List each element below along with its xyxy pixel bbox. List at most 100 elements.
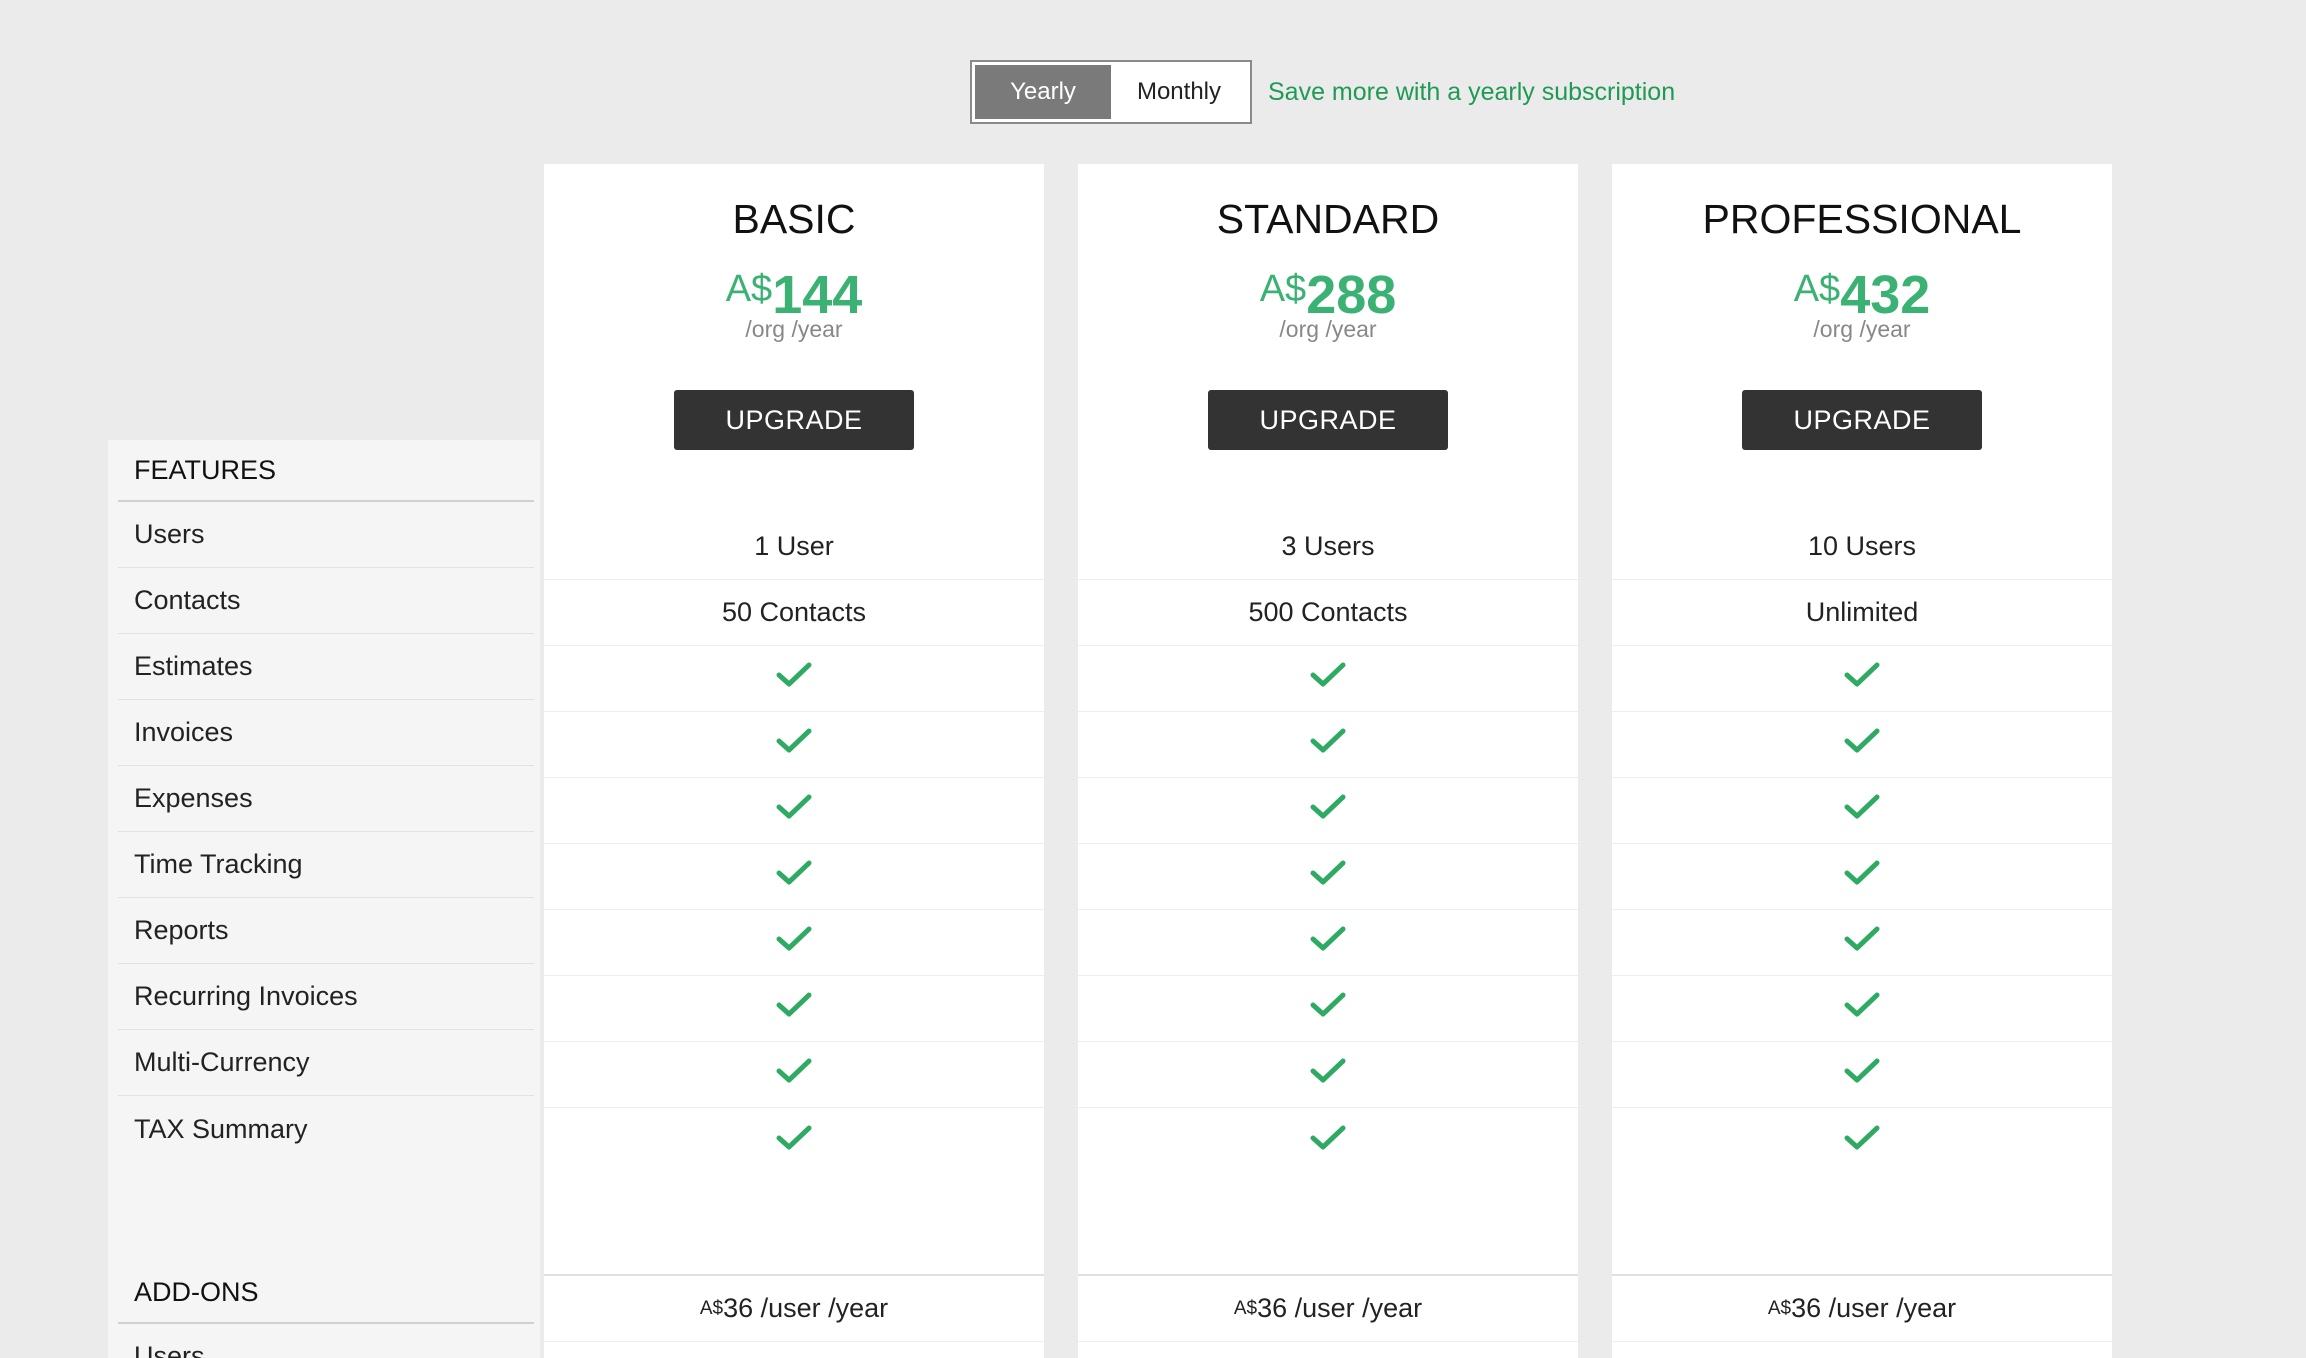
feature-label: Recurring Invoices [118, 964, 534, 1030]
feature-cell [544, 1042, 1044, 1108]
plan-card-professional: PROFESSIONAL A$432/org /year UPGRADE 10 Use… [1612, 164, 2112, 1358]
check-icon [1844, 991, 1880, 1026]
feature-cell [1078, 778, 1578, 844]
feature-label: Time Tracking [118, 832, 534, 898]
feature-label: Multi-Currency [118, 1030, 534, 1096]
upgrade-button[interactable]: UPGRADE [674, 390, 914, 450]
price-currency: A$ [1793, 268, 1841, 310]
upgrade-button[interactable]: UPGRADE [1742, 390, 1982, 450]
contacts-value: Unlimited [1612, 580, 2112, 646]
addon-cells: A$ 36 /user /year [544, 1274, 1044, 1342]
feature-label: Users [118, 502, 534, 568]
addon-period: /user /year [753, 1293, 889, 1323]
feature-cell [1078, 1042, 1578, 1108]
features-column: FEATURES Users Contacts Estimates Invoic… [108, 440, 540, 1358]
check-icon [1844, 1124, 1880, 1159]
check-icon [1310, 859, 1346, 894]
feature-cell [1612, 778, 2112, 844]
feature-cell [544, 844, 1044, 910]
feature-cell [544, 976, 1044, 1042]
check-icon [776, 991, 812, 1026]
plan-name: PROFESSIONAL [1702, 196, 2022, 242]
feature-label: TAX Summary [134, 1113, 308, 1144]
plan-card-basic: BASIC A$144/org /year UPGRADE 1 User 50 Cont… [544, 164, 1044, 1358]
feature-cell [1078, 712, 1578, 778]
feature-cell [544, 712, 1044, 778]
addon-price: 36 [723, 1293, 754, 1323]
feature-label: Expenses [118, 766, 534, 832]
feature-cell [1078, 976, 1578, 1042]
addon-price: 36 [1257, 1293, 1288, 1323]
upgrade-button[interactable]: UPGRADE [1208, 390, 1448, 450]
addon-currency: A$ [1767, 1297, 1792, 1319]
billing-toggle-bar: Yearly Monthly Save more with a yearly s… [970, 60, 1675, 124]
check-icon [776, 925, 812, 960]
yearly-promo-text: Save more with a yearly subscription [1268, 77, 1676, 106]
addon-users-price: A$ 36 /user /year [544, 1276, 1044, 1342]
features-title: FEATURES [118, 440, 534, 502]
plan-feature-cells: 1 User 50 Contacts [544, 514, 1044, 1174]
plan-name: BASIC [732, 196, 856, 242]
feature-cell [544, 646, 1044, 712]
check-icon [1310, 793, 1346, 828]
feature-cell [1612, 1108, 2112, 1174]
addon-cells: A$ 36 /user /year [1612, 1274, 2112, 1342]
check-icon [776, 727, 812, 762]
addon-currency: A$ [699, 1297, 724, 1319]
feature-cell [1078, 646, 1578, 712]
price-period: /org /year [745, 316, 843, 342]
price-currency: A$ [725, 268, 773, 310]
feature-label: Invoices [118, 700, 534, 766]
check-icon [1310, 991, 1346, 1026]
users-value: 10 Users [1612, 514, 2112, 580]
check-icon [776, 661, 812, 696]
price-period: /org /year [1813, 316, 1911, 342]
check-icon [1844, 1057, 1880, 1092]
feature-cell [1612, 712, 2112, 778]
feature-label: Estimates [118, 634, 534, 700]
price-currency: A$ [1259, 268, 1307, 310]
plan-card-standard: STANDARD A$288/org /year UPGRADE 3 Users 500… [1078, 164, 1578, 1358]
contacts-value: 500 Contacts [1078, 580, 1578, 646]
check-icon [1310, 1124, 1346, 1159]
plan-name: STANDARD [1216, 196, 1440, 242]
contacts-value: 50 Contacts [544, 580, 1044, 646]
feature-cell [1612, 1042, 2112, 1108]
addon-period: /user /year [1821, 1293, 1957, 1323]
check-icon [1310, 1057, 1346, 1092]
feature-label: Reports [118, 898, 534, 964]
feature-cell [1078, 1108, 1578, 1174]
yearly-option[interactable]: Yearly [975, 65, 1111, 119]
feature-label: Contacts [118, 568, 534, 634]
addon-label: Users [118, 1324, 534, 1358]
check-icon [1844, 727, 1880, 762]
check-icon [1844, 925, 1880, 960]
feature-cell [1612, 976, 2112, 1042]
check-icon [1844, 793, 1880, 828]
addon-users-price: A$ 36 /user /year [1612, 1276, 2112, 1342]
users-value: 1 User [544, 514, 1044, 580]
addons-title: ADD-ONS [118, 1262, 534, 1324]
check-icon [776, 859, 812, 894]
feature-cell [1612, 844, 2112, 910]
feature-cell [1612, 646, 2112, 712]
addon-price: 36 [1791, 1293, 1822, 1323]
check-icon [1844, 661, 1880, 696]
check-icon [1310, 661, 1346, 696]
feature-cell [1078, 910, 1578, 976]
monthly-option[interactable]: Monthly [1111, 65, 1247, 119]
billing-toggle: Yearly Monthly [970, 60, 1252, 124]
feature-cell [544, 1108, 1044, 1174]
addon-users-price: A$ 36 /user /year [1078, 1276, 1578, 1342]
plan-feature-cells: 10 Users Unlimited [1612, 514, 2112, 1174]
feature-cell [1078, 844, 1578, 910]
addon-period: /user /year [1287, 1293, 1423, 1323]
feature-cell [544, 910, 1044, 976]
feature-cell [1612, 910, 2112, 976]
check-icon [776, 1124, 812, 1159]
users-value: 3 Users [1078, 514, 1578, 580]
addon-currency: A$ [1233, 1297, 1258, 1319]
check-icon [1310, 727, 1346, 762]
plan-feature-cells: 3 Users 500 Contacts [1078, 514, 1578, 1174]
check-icon [776, 793, 812, 828]
